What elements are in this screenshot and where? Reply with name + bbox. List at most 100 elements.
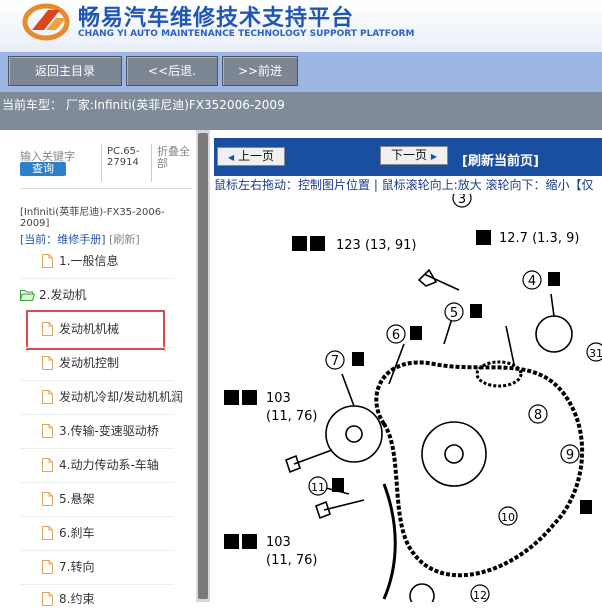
- header-banner: 畅易汽车维修技术支持平台 CHANG YI AUTO MAINTENANCE T…: [0, 0, 602, 52]
- tree-scrollbar-thumb[interactable]: [198, 133, 208, 599]
- divider: [20, 448, 174, 449]
- callout-9: 9: [560, 444, 580, 464]
- viewer-hint: 鼠标左右拖动：控制图片位置 | 鼠标滚轮向上:放大 滚轮向下：缩小【仅: [214, 176, 602, 194]
- model-breadcrumb: [Infiniti(英菲尼迪)-FX35-2006-2009]: [20, 207, 165, 229]
- torque-value-e: 103: [266, 535, 291, 550]
- document-icon: [42, 526, 53, 540]
- callout-label: 9: [566, 448, 574, 463]
- callout-5: 5: [444, 302, 464, 322]
- collapse-all-button[interactable]: 折叠全部: [157, 146, 195, 170]
- callout-7: 7: [325, 350, 345, 370]
- tree-item-label: 5.悬架: [59, 492, 95, 506]
- torque-value-c: 103: [266, 391, 291, 406]
- sprocket-left-hub: [345, 425, 363, 443]
- tree-item-engine-control[interactable]: 发动机控制: [42, 353, 119, 373]
- back-button[interactable]: <<后退.: [126, 56, 218, 86]
- divider: [20, 584, 174, 585]
- divider: [20, 482, 174, 483]
- document-icon: [42, 254, 53, 268]
- tree-item-engine[interactable]: 2.发动机: [20, 285, 86, 305]
- divider: [101, 144, 102, 182]
- callout-label: 11: [311, 481, 325, 494]
- divider: [20, 414, 174, 415]
- document-icon: [42, 492, 53, 506]
- tree-item-drivetrain[interactable]: 4.动力传动系-车轴: [42, 455, 159, 475]
- divider: [20, 550, 174, 551]
- tree-item-label: 2.发动机: [39, 288, 87, 302]
- refresh-tree-link[interactable]: [刷新]: [109, 233, 140, 246]
- forward-button[interactable]: >>前进: [222, 56, 298, 86]
- callout-label: 4: [528, 274, 536, 289]
- callout-11: 11: [308, 476, 328, 496]
- next-page-button[interactable]: 下一页 ▶: [380, 146, 448, 165]
- callout-label: 10: [501, 511, 515, 524]
- lube-symbol-icon: [580, 500, 592, 514]
- document-icon: [42, 424, 53, 438]
- bolt-upper: [417, 268, 460, 291]
- current-vehicle: 当前车型： 厂家:Infiniti(英菲尼迪)FX352006-2009: [2, 98, 285, 112]
- tree-item-label: 3.传输-变速驱动桥: [59, 424, 159, 438]
- nav-bar: 返回主目录 <<后退. >>前进: [0, 52, 602, 92]
- app-title: 畅易汽车维修技术支持平台: [78, 6, 355, 31]
- chain-guide: [382, 483, 397, 600]
- document-icon: [42, 356, 53, 370]
- current-breadcrumb: [当前：维修手册] [刷新]: [20, 231, 140, 247]
- tree-item-engine-cooling[interactable]: 发动机冷却/发动机机润: [42, 387, 183, 407]
- torque-symbol-icon: [242, 390, 257, 405]
- arrow-left-icon: ◀: [228, 153, 235, 162]
- torque-symbol-icon: [242, 534, 257, 549]
- callout-label: 31: [589, 347, 602, 360]
- folder-open-icon: [20, 290, 35, 301]
- tree-item-brakes[interactable]: 6.刹车: [42, 523, 94, 543]
- tree-item-steering[interactable]: 7.转向: [42, 557, 94, 577]
- torque-symbol-icon: [224, 390, 239, 405]
- lube-symbol-icon: [332, 478, 344, 492]
- current-manual-label: [当前：维修手册]: [20, 233, 106, 246]
- pc-code: PC.65-27914: [107, 146, 140, 168]
- callout-31: 31: [586, 342, 602, 362]
- torque-value-d: (11, 76): [266, 409, 318, 424]
- lube-symbol-icon: [548, 272, 560, 286]
- divider: [20, 347, 174, 348]
- torque-value-a: 123 (13, 91): [336, 238, 416, 253]
- prev-page-label: 上一页: [237, 149, 274, 163]
- tree-item-transmission[interactable]: 3.传输-变速驱动桥: [42, 421, 159, 441]
- tree-item-label: 发动机冷却/发动机机润: [59, 390, 184, 404]
- prev-page-button[interactable]: ◀ 上一页: [217, 147, 285, 166]
- search-button[interactable]: 查询: [20, 162, 66, 176]
- bolt-left: [285, 449, 333, 474]
- leader-lines: [325, 293, 555, 495]
- tree-item-restraints[interactable]: 8.约束: [42, 589, 94, 609]
- sprocket-top: [535, 315, 573, 353]
- selection-highlight: [26, 310, 165, 350]
- callout-label: 7: [331, 354, 339, 369]
- document-icon: [42, 560, 53, 574]
- tree-item-general-info[interactable]: 1.一般信息: [42, 251, 118, 271]
- torque-symbol-icon: [224, 534, 239, 549]
- divider: [20, 516, 174, 517]
- tree-item-label: 发动机控制: [59, 356, 120, 370]
- divider: [151, 144, 152, 182]
- lube-symbol-icon: [352, 352, 364, 366]
- tree-item-label: 7.转向: [59, 560, 95, 574]
- gear-bottom: [409, 583, 435, 602]
- callout-label: 12: [473, 589, 487, 602]
- divider: [20, 278, 174, 279]
- divider: [20, 380, 174, 381]
- timing-chain: [374, 360, 585, 578]
- torque-symbol-icon: [310, 236, 325, 251]
- document-icon: [42, 592, 53, 606]
- divider: [20, 188, 192, 189]
- bolt-lower: [315, 499, 365, 520]
- sprocket-left: [325, 405, 383, 463]
- home-button[interactable]: 返回主目录: [8, 56, 122, 86]
- tree-item-suspension[interactable]: 5.悬架: [42, 489, 94, 509]
- service-diagram[interactable]: 3 4 5 6 7 8 9 10 11 12 31 123 (13, 91) 1…: [214, 194, 602, 602]
- torque-value-f: (11, 76): [266, 553, 318, 568]
- next-page-label: 下一页: [391, 148, 428, 162]
- lube-symbol-icon: [410, 326, 422, 340]
- callout-10: 10: [498, 506, 518, 526]
- refresh-page-link[interactable]: [刷新当前页]: [462, 150, 539, 169]
- callout-label: 8: [534, 408, 542, 423]
- tree-item-label: 6.刹车: [59, 526, 95, 540]
